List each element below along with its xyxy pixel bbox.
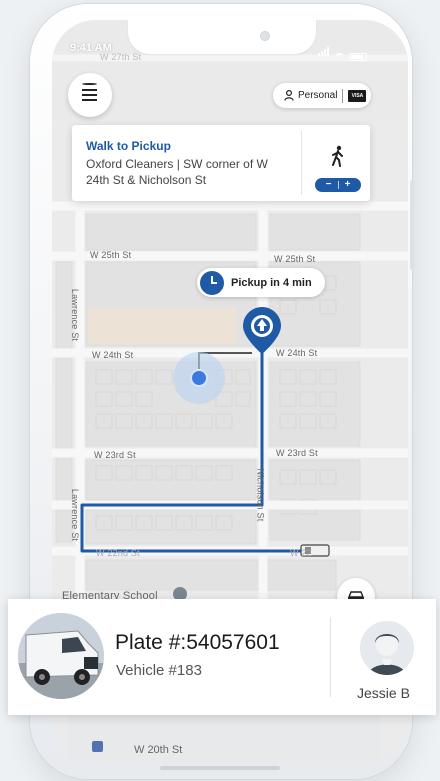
- street-label-lawrence-top: Lawrence St: [70, 288, 81, 342]
- phone-side-button: [410, 180, 414, 270]
- signal-icon: [318, 43, 330, 61]
- street-label-nicholson: Nicholson St: [255, 468, 266, 522]
- street-label-w24-right: W 24th St: [276, 348, 318, 358]
- walk-card-title: Walk to Pickup: [86, 139, 171, 153]
- zoom-in-button[interactable]: +: [339, 178, 357, 192]
- battery-icon: [349, 53, 367, 61]
- home-indicator: [160, 766, 280, 770]
- hamburger-icon: [82, 89, 97, 91]
- driver-avatar[interactable]: [360, 621, 414, 675]
- driver-name: Jessie B: [357, 685, 410, 701]
- street-label-lawrence-bottom: Lawrence St: [70, 488, 81, 542]
- pill-divider: [342, 88, 344, 103]
- plate-number: Plate #:54057601: [115, 631, 280, 654]
- phone-notch: [128, 20, 316, 54]
- pickup-eta-text: Pickup in 4 min: [231, 276, 312, 289]
- street-label-w22-right: W 22: [290, 548, 312, 558]
- camera-dot: [260, 31, 270, 41]
- street-label-w22-left: W 22nd St: [96, 548, 140, 558]
- driver-avatar-icon: [360, 621, 414, 675]
- street-label-w23-left: W 23rd St: [94, 450, 136, 460]
- vehicle-number: Vehicle #183: [116, 662, 202, 679]
- profile-label: Personal: [298, 90, 338, 101]
- vehicle-photo: [18, 613, 104, 699]
- person-icon: [284, 90, 294, 101]
- street-label-w24-left: W 24th St: [92, 350, 134, 360]
- street-label-w25-right: W 25th St: [274, 254, 316, 264]
- payment-profile-selector[interactable]: Personal VISA: [273, 83, 371, 108]
- transit-icon: [92, 741, 103, 752]
- pickup-address: Oxford Cleaners | SW corner of W 24th St…: [86, 157, 268, 187]
- pickup-eta-tooltip[interactable]: Pickup in 4 min: [197, 268, 325, 297]
- clock-icon: [200, 270, 224, 295]
- notification-dot: [82, 83, 97, 85]
- hamburger-icon-line: [82, 94, 97, 96]
- street-label-w20: W 20th St: [134, 744, 183, 756]
- walk-zoom-control[interactable]: − +: [315, 178, 361, 192]
- visa-card-icon: VISA: [348, 89, 367, 102]
- driver-info-card[interactable]: Plate #:54057601 Vehicle #183 Jessie B: [8, 599, 436, 715]
- status-time: 9:41 AM: [70, 42, 112, 54]
- walk-to-pickup-card[interactable]: Walk to Pickup Oxford Cleaners | SW corn…: [72, 125, 370, 201]
- wifi-icon: [334, 53, 345, 61]
- street-label-w23-right: W 23rd St: [276, 448, 318, 458]
- app-stage: W 27th St W 25th St W 25th St W 24th St …: [0, 0, 440, 781]
- van-icon: [18, 613, 104, 699]
- hamburger-icon-line: [82, 99, 97, 101]
- menu-button[interactable]: [68, 73, 112, 117]
- street-label-w25-left: W 25th St: [90, 250, 132, 260]
- walking-person-icon: [332, 145, 343, 167]
- zoom-out-button[interactable]: −: [320, 178, 338, 192]
- status-icons: [318, 43, 367, 61]
- driver-card-divider: [330, 617, 331, 697]
- walk-card-divider: [301, 131, 302, 195]
- map-bottom-area: [68, 716, 380, 761]
